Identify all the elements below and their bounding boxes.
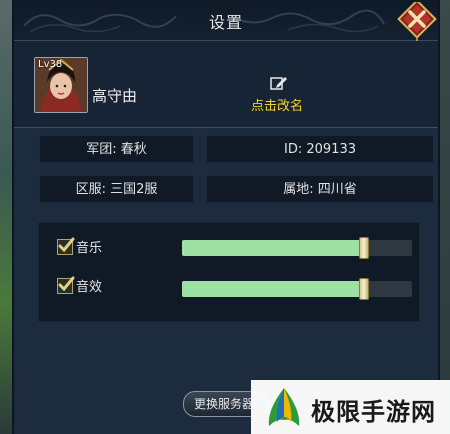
player-name: 高守由 bbox=[92, 87, 138, 105]
rename-button[interactable]: 点击改名 bbox=[246, 75, 308, 114]
music-volume-slider[interactable] bbox=[182, 237, 412, 259]
background-right-edge bbox=[440, 0, 450, 434]
watermark: 极限手游网 bbox=[251, 380, 450, 434]
sfx-label: 音效 bbox=[76, 280, 103, 295]
location-info: 属地: 四川省 bbox=[206, 175, 434, 203]
sfx-volume-slider[interactable] bbox=[182, 278, 412, 300]
level-badge: Lv38 bbox=[38, 59, 63, 70]
settings-panel: 设置 Lv38 高守由 点击改名 军团: 春秋 ID: 209133 区服: 三… bbox=[12, 0, 440, 434]
watermark-logo-icon bbox=[268, 388, 300, 426]
server-info: 区服: 三国2服 bbox=[39, 175, 194, 203]
sound-settings: 音乐 音效 bbox=[38, 222, 420, 322]
music-label: 音乐 bbox=[76, 241, 103, 256]
music-volume-fill bbox=[182, 240, 364, 256]
avatar[interactable]: Lv38 bbox=[34, 57, 88, 113]
rename-label: 点击改名 bbox=[250, 99, 303, 114]
id-info: ID: 209133 bbox=[206, 135, 434, 163]
checkmark-icon bbox=[58, 237, 75, 253]
watermark-text: 极限手游网 bbox=[311, 397, 436, 426]
checkmark-icon bbox=[58, 276, 75, 292]
sfx-volume-fill bbox=[182, 281, 364, 297]
sfx-checkbox[interactable] bbox=[57, 276, 75, 294]
close-button[interactable] bbox=[396, 0, 438, 57]
background-left-edge bbox=[0, 0, 12, 434]
title-bar: 设置 bbox=[14, 0, 438, 41]
profile-section: Lv38 高守由 点击改名 bbox=[14, 41, 438, 128]
legion-info: 军团: 春秋 bbox=[39, 135, 194, 163]
music-checkbox[interactable] bbox=[57, 237, 75, 255]
edit-pencil-icon bbox=[270, 77, 287, 90]
sfx-volume-handle[interactable] bbox=[358, 278, 369, 300]
page-title: 设置 bbox=[208, 13, 243, 32]
music-volume-handle[interactable] bbox=[358, 237, 369, 259]
